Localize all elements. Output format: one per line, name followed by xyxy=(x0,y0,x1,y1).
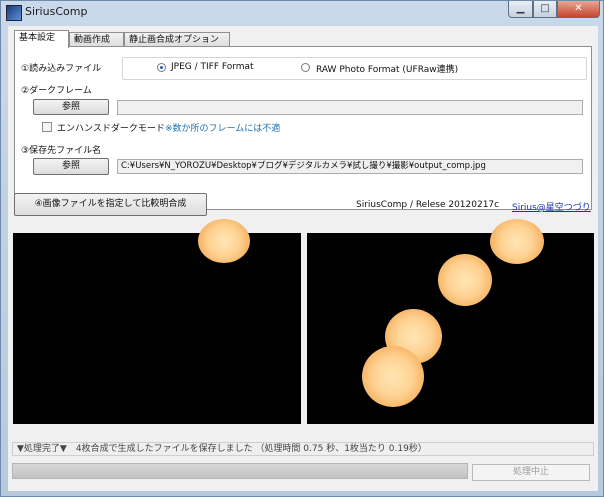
star-blob xyxy=(438,254,492,306)
close-button[interactable]: ✕ xyxy=(557,1,600,18)
progress-bar xyxy=(12,463,468,479)
tab-still-composite-options[interactable]: 静止画合成オプション xyxy=(124,32,230,47)
maximize-button[interactable]: □ xyxy=(533,1,557,18)
basic-settings-panel: ①読み込みファイル JPEG / TIFF Format RAW Photo F… xyxy=(14,46,592,210)
app-icon xyxy=(6,5,22,21)
star-blob xyxy=(362,346,424,407)
stop-button[interactable]: 処理中止 xyxy=(472,464,590,481)
version-label: SiriusComp / Relese 20120217c xyxy=(356,200,500,210)
dark-frame-label: ②ダークフレーム xyxy=(21,86,92,96)
window-title: SiriusComp xyxy=(25,5,88,18)
raw-radio[interactable] xyxy=(301,63,310,72)
input-file-label: ①読み込みファイル xyxy=(21,64,102,74)
jpeg-tiff-radio[interactable] xyxy=(157,63,166,72)
author-link[interactable]: Sirius@星空つづり xyxy=(512,200,591,213)
dark-frame-path-field[interactable] xyxy=(117,100,583,115)
input-format-group: JPEG / TIFF Format RAW Photo Format (UFR… xyxy=(122,57,587,80)
enhanced-dark-mode-label[interactable]: エンハンスドダークモード xyxy=(57,121,165,134)
star-blob xyxy=(490,219,544,264)
save-file-label: ③保存先ファイル名 xyxy=(21,146,102,156)
dark-frame-browse-button[interactable]: 参照 xyxy=(33,99,109,115)
title-bar[interactable]: SiriusComp ▁ □ ✕ xyxy=(1,1,603,23)
save-path-field[interactable]: C:¥Users¥N_YOROZU¥Desktop¥ブログ¥デジタルカメラ¥試し… xyxy=(117,159,583,174)
enhanced-mode-note: ※数か所のフレームには不適 xyxy=(165,124,281,134)
jpeg-tiff-label[interactable]: JPEG / TIFF Format xyxy=(171,62,254,72)
save-browse-button[interactable]: 参照 xyxy=(33,158,109,175)
tab-video-creation[interactable]: 動画作成 xyxy=(69,32,124,47)
preview-image-left xyxy=(13,219,301,424)
client-area: 基本設定 動画作成 静止画合成オプション ①読み込みファイル JPEG / TI… xyxy=(8,26,598,491)
app-window: SiriusComp ▁ □ ✕ 基本設定 動画作成 静止画合成オプション ①読… xyxy=(0,0,604,497)
preview-image-right xyxy=(307,219,594,424)
tab-basic-settings[interactable]: 基本設定 xyxy=(14,30,69,48)
compose-button[interactable]: ④画像ファイルを指定して比較明合成 xyxy=(14,193,207,216)
status-text: ▼処理完了▼ 4枚合成で生成したファイルを保存しました （処理時間 0.75 秒… xyxy=(12,442,594,456)
raw-label[interactable]: RAW Photo Format (UFRaw連携) xyxy=(316,62,458,75)
enhanced-dark-mode-checkbox[interactable] xyxy=(42,122,52,132)
minimize-button[interactable]: ▁ xyxy=(508,1,533,18)
progress-fill xyxy=(13,464,467,478)
star-blob xyxy=(198,219,250,263)
